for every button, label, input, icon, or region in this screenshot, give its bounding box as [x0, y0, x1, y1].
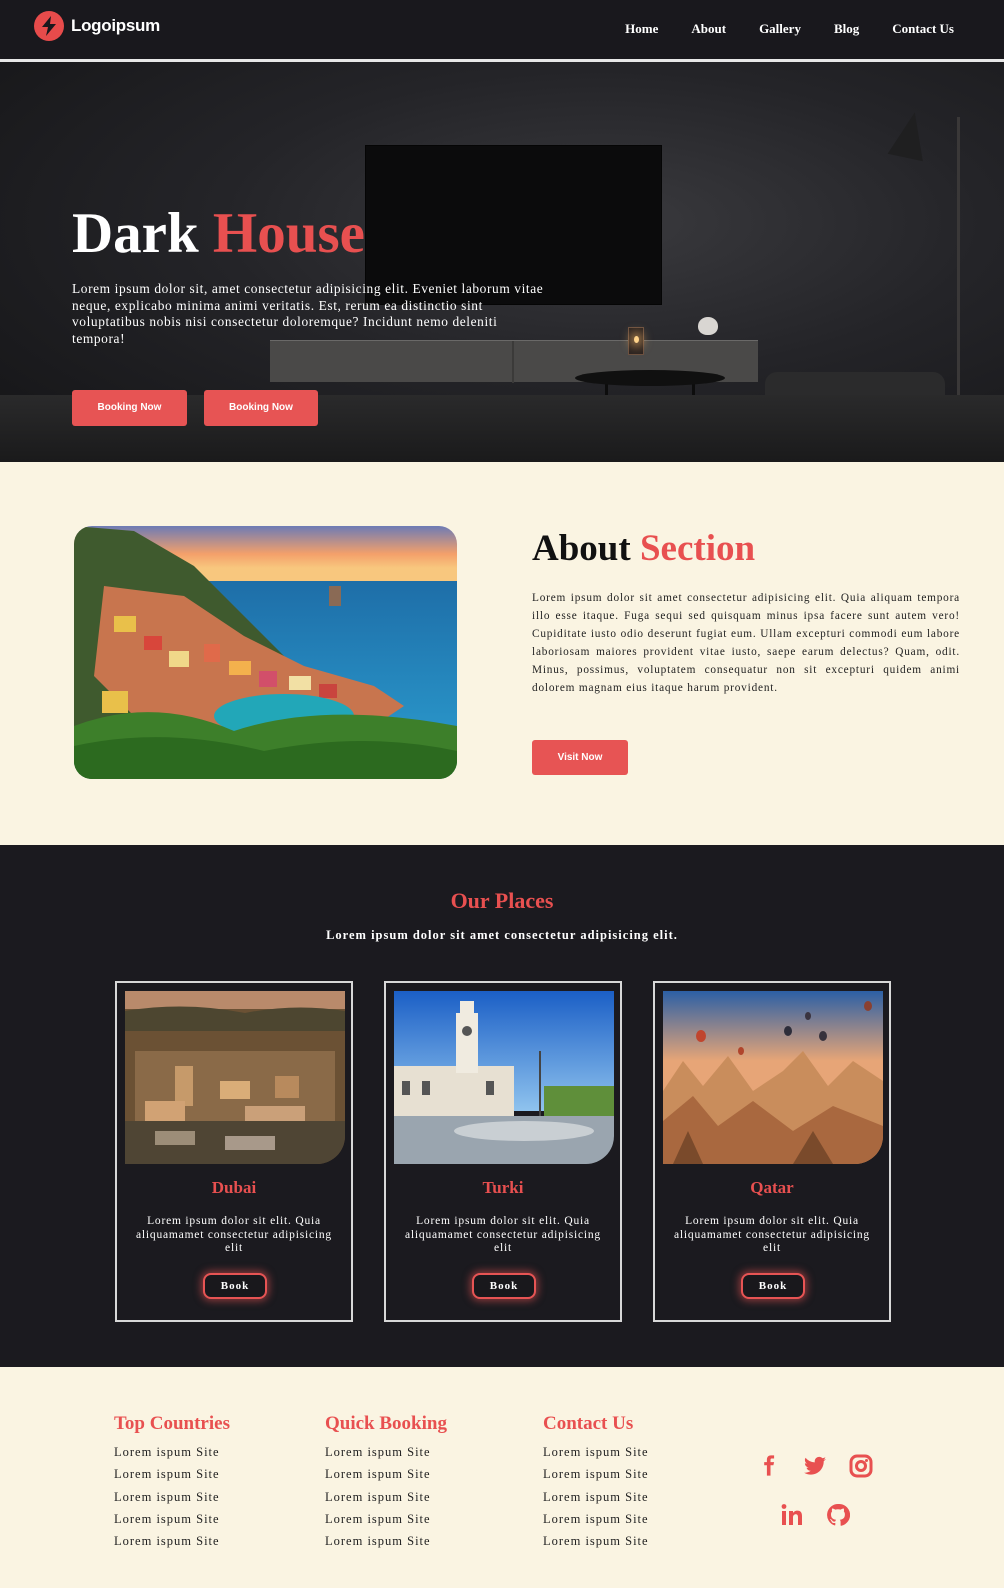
footer-link[interactable]: Lorem ispum Site — [325, 1463, 447, 1485]
hero-title: Dark House — [72, 202, 365, 266]
place-name-turki: Turki — [482, 1178, 524, 1197]
footer-heading: Quick Booking — [325, 1413, 447, 1434]
twitter-icon[interactable] — [803, 1454, 827, 1478]
place-description-turki: Lorem ipsum dolor sit elit. Quia aliquam… — [405, 1215, 601, 1254]
hero-bg-vase — [698, 317, 718, 335]
nav-link-about[interactable]: About — [691, 21, 726, 37]
places-title: Our Places — [450, 888, 554, 913]
footer-heading: Top Countries — [114, 1413, 230, 1434]
instagram-icon[interactable] — [849, 1454, 873, 1478]
hero-bg-lamp — [887, 108, 933, 162]
hero-description: Lorem ipsum dolor sit, amet consectetur … — [72, 281, 544, 346]
about-description: Lorem ipsum dolor sit amet consectetur a… — [532, 592, 960, 694]
nav-link-contact[interactable]: Contact Us — [892, 21, 954, 37]
footer-link[interactable]: Lorem ispum Site — [543, 1441, 649, 1463]
about-section: About Section Lorem ipsum dolor sit amet… — [0, 462, 1004, 845]
facebook-icon[interactable] — [757, 1454, 781, 1478]
github-icon[interactable] — [826, 1503, 851, 1527]
footer-link[interactable]: Lorem ispum Site — [543, 1486, 649, 1508]
visit-now-button[interactable]: Visit Now — [532, 740, 628, 775]
navbar: Logoipsum Home About Gallery Blog Contac… — [0, 0, 1004, 62]
nav-link-blog[interactable]: Blog — [834, 21, 859, 37]
footer-link[interactable]: Lorem ispum Site — [325, 1441, 447, 1463]
booking-now-button-secondary[interactable]: Booking Now — [204, 390, 318, 426]
footer-link[interactable]: Lorem ispum Site — [325, 1530, 447, 1552]
places-subtitle: Lorem ipsum dolor sit amet consectetur a… — [326, 928, 678, 942]
bolt-icon — [34, 11, 64, 41]
hero-title-main: Dark — [72, 202, 199, 265]
place-image-turki — [394, 991, 614, 1164]
hero-title-accent: House — [212, 202, 365, 265]
nav-menu: Home About Gallery Blog Contact Us — [625, 21, 954, 37]
about-title-main: About — [532, 528, 631, 569]
place-card-qatar: Qatar Lorem ipsum dolor sit elit. Quia a… — [653, 981, 891, 1322]
footer-column-quick-booking: Quick Booking Lorem ispum Site Lorem isp… — [325, 1411, 447, 1552]
hero-section: Dark House Lorem ipsum dolor sit, amet c… — [0, 62, 1004, 462]
linkedin-icon[interactable] — [780, 1503, 804, 1527]
footer-link[interactable]: Lorem ispum Site — [114, 1530, 230, 1552]
footer-column-contact-us: Contact Us Lorem ispum Site Lorem ispum … — [543, 1411, 649, 1552]
footer-link[interactable]: Lorem ispum Site — [114, 1441, 230, 1463]
footer-link[interactable]: Lorem ispum Site — [325, 1508, 447, 1530]
footer-link[interactable]: Lorem ispum Site — [543, 1530, 649, 1552]
book-button-turki[interactable]: Book — [472, 1273, 536, 1299]
hero-bg-table — [575, 370, 725, 386]
about-title-accent: Section — [639, 528, 756, 569]
hero-bg-lamp-pole — [957, 117, 960, 422]
place-description-qatar: Lorem ipsum dolor sit elit. Quia aliquam… — [674, 1215, 870, 1254]
book-button-dubai[interactable]: Book — [203, 1273, 267, 1299]
place-description-dubai: Lorem ipsum dolor sit elit. Quia aliquam… — [136, 1215, 332, 1254]
about-title: About Section — [532, 526, 755, 572]
footer-heading: Contact Us — [543, 1413, 634, 1434]
book-button-qatar[interactable]: Book — [741, 1273, 805, 1299]
place-image-dubai — [125, 991, 345, 1164]
place-card-dubai: Dubai Lorem ipsum dolor sit elit. Quia a… — [115, 981, 353, 1322]
place-name-dubai: Dubai — [211, 1178, 257, 1197]
booking-now-button[interactable]: Booking Now — [72, 390, 187, 426]
footer-link[interactable]: Lorem ispum Site — [114, 1508, 230, 1530]
brand-name: Logoipsum — [71, 16, 160, 35]
place-card-turki: Turki Lorem ipsum dolor sit elit. Quia a… — [384, 981, 622, 1322]
footer-link[interactable]: Lorem ispum Site — [325, 1486, 447, 1508]
footer-link[interactable]: Lorem ispum Site — [543, 1508, 649, 1530]
place-image-qatar — [663, 991, 883, 1164]
places-section: Our Places Lorem ipsum dolor sit amet co… — [0, 845, 1004, 1367]
footer-link[interactable]: Lorem ispum Site — [543, 1463, 649, 1485]
logo[interactable]: Logoipsum — [34, 11, 160, 41]
place-name-qatar: Qatar — [750, 1178, 794, 1197]
footer: Top Countries Lorem ispum Site Lorem isp… — [0, 1367, 1004, 1588]
footer-column-top-countries: Top Countries Lorem ispum Site Lorem isp… — [114, 1411, 230, 1552]
about-image — [74, 526, 457, 779]
hero-bg-candle — [628, 327, 644, 355]
nav-link-gallery[interactable]: Gallery — [759, 21, 801, 37]
nav-link-home[interactable]: Home — [625, 21, 658, 37]
footer-link[interactable]: Lorem ispum Site — [114, 1463, 230, 1485]
footer-link[interactable]: Lorem ispum Site — [114, 1486, 230, 1508]
